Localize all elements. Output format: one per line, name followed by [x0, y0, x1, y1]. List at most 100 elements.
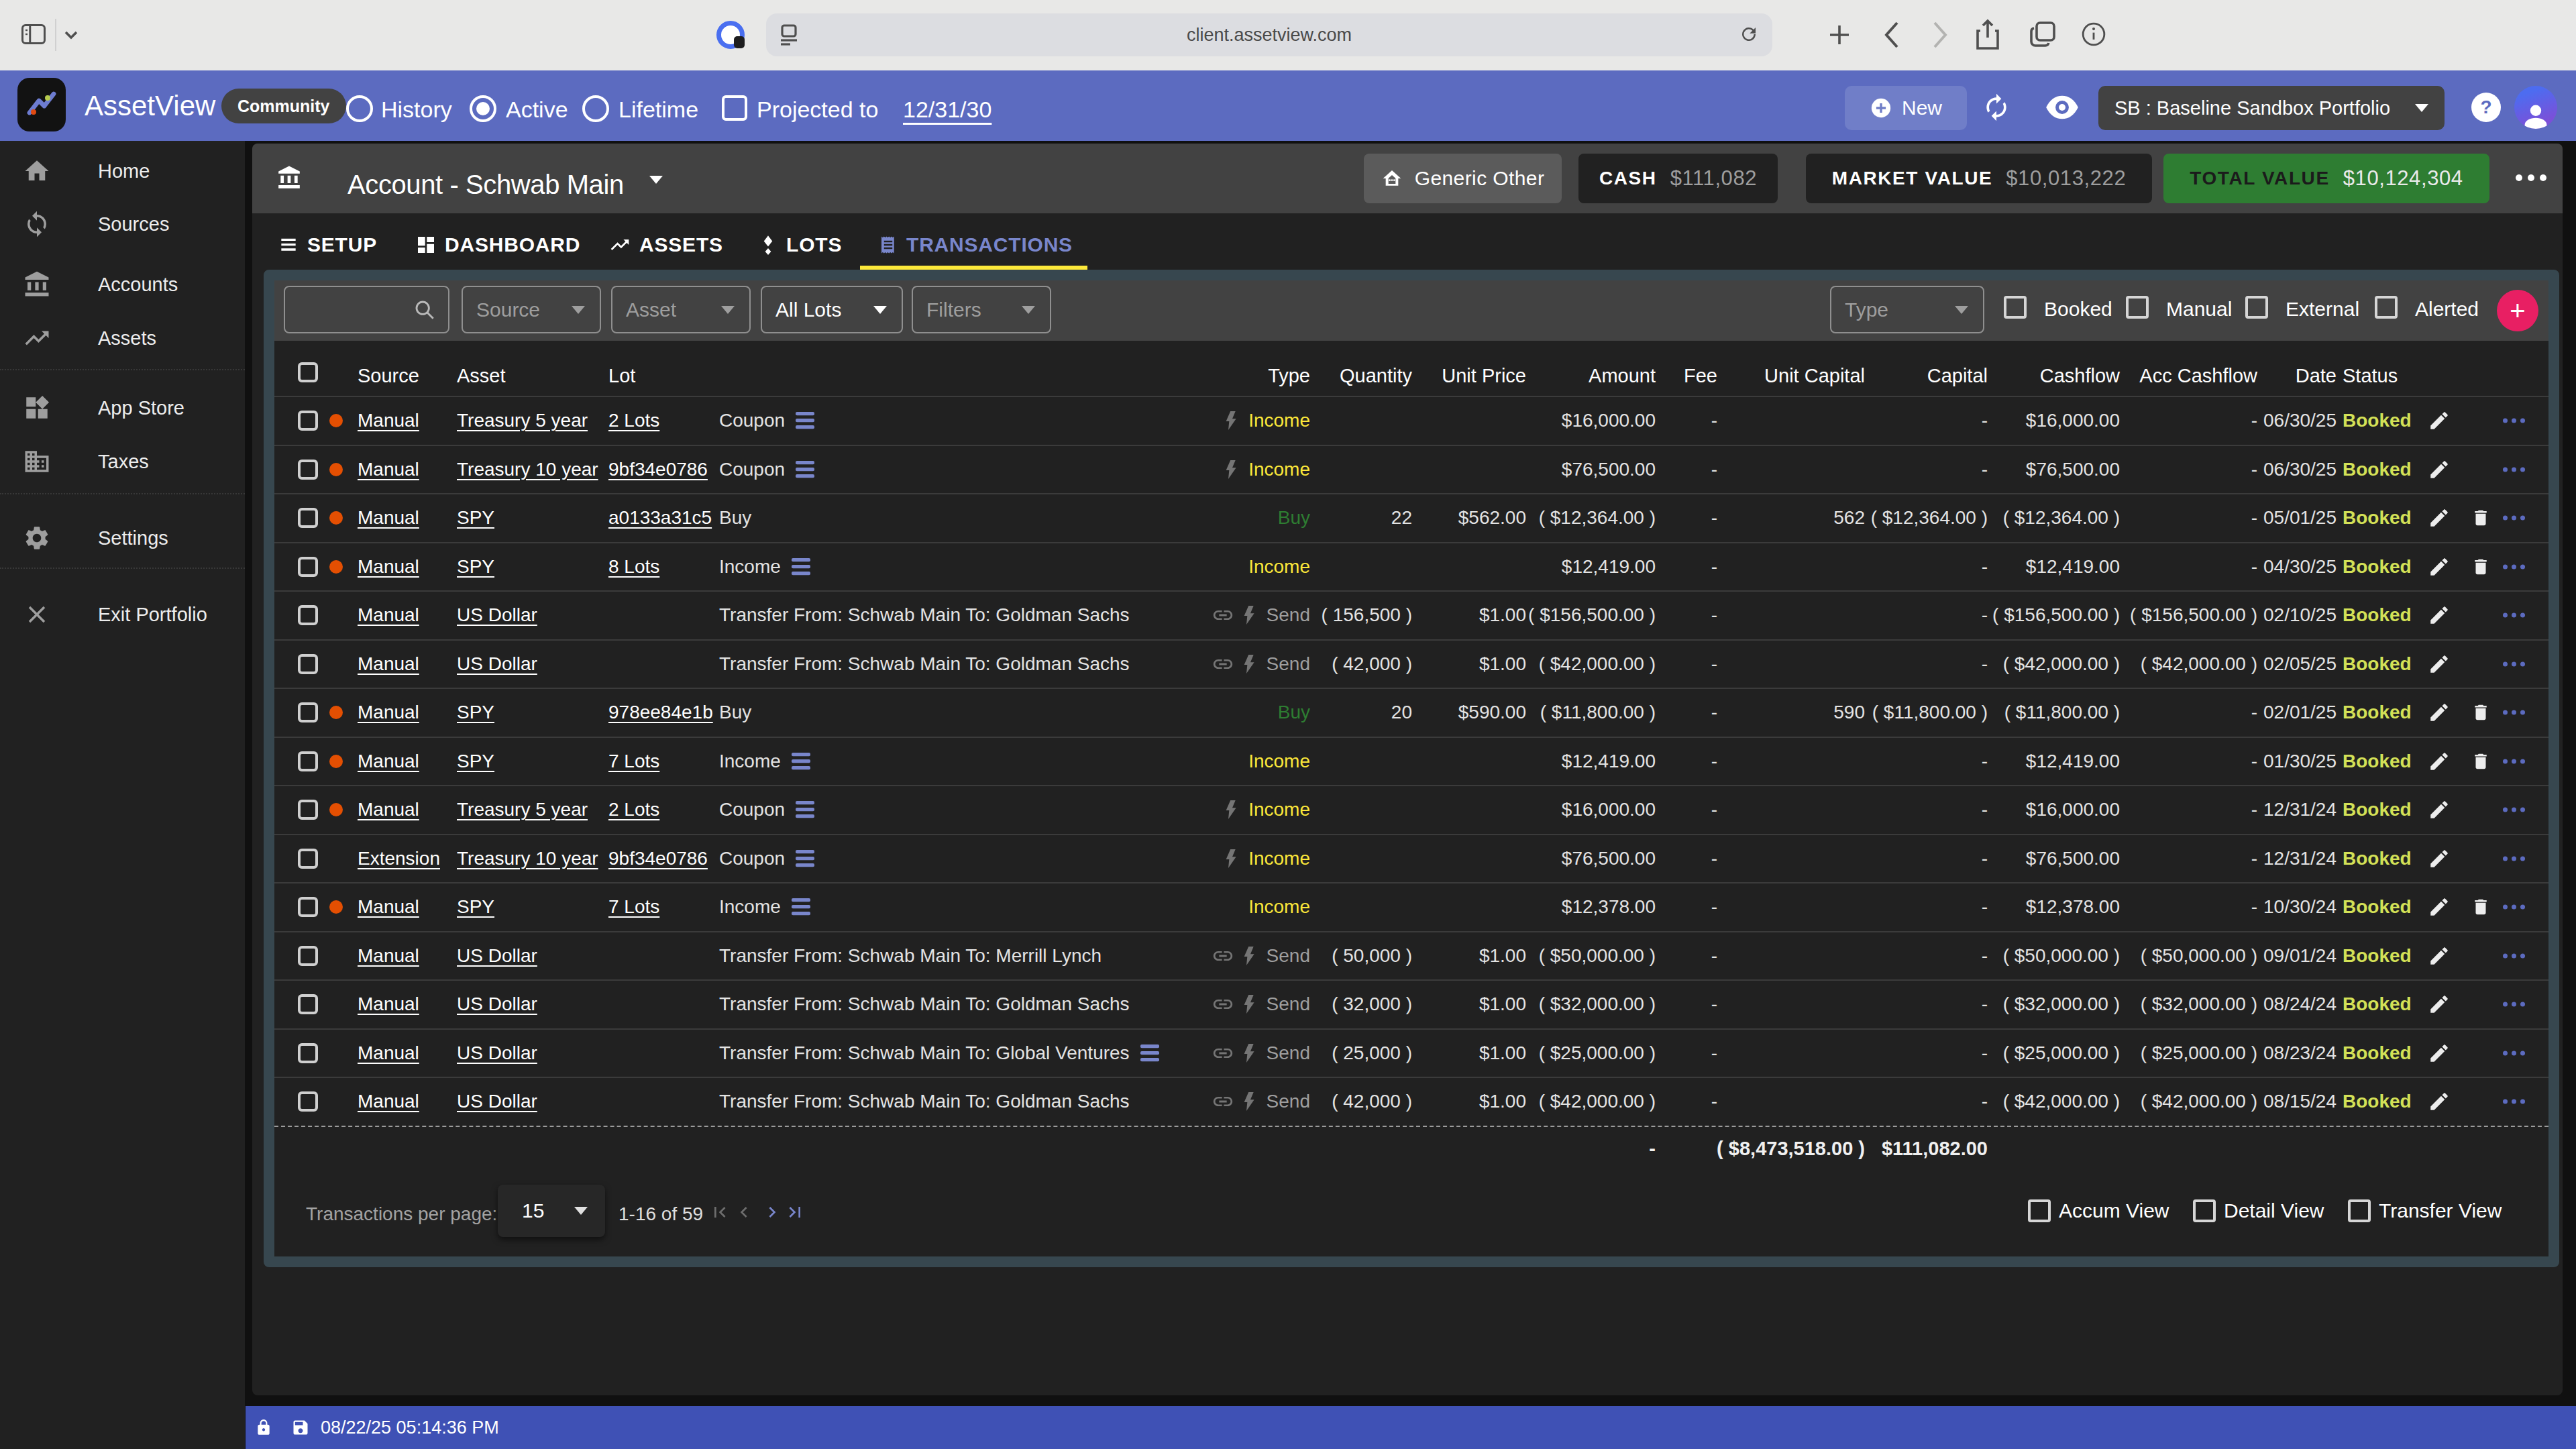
- row-checkbox[interactable]: [298, 702, 318, 722]
- row-lot-link[interactable]: 9bf34e0786: [608, 848, 708, 869]
- row-checkbox[interactable]: [298, 800, 318, 820]
- account-title[interactable]: Account - Schwab Main: [347, 170, 624, 200]
- row-checkbox[interactable]: [298, 751, 318, 771]
- row-source-link[interactable]: Manual: [358, 994, 419, 1015]
- sidebar-item-accounts[interactable]: Accounts: [0, 258, 245, 311]
- help-button[interactable]: ?: [2471, 93, 2501, 122]
- sidebar-item-settings[interactable]: Settings: [0, 511, 245, 565]
- row-source-link[interactable]: Manual: [358, 799, 419, 820]
- add-transaction-button[interactable]: +: [2497, 290, 2538, 331]
- row-more-button[interactable]: [2503, 1099, 2525, 1104]
- row-source-link[interactable]: Manual: [358, 459, 419, 480]
- row-more-button[interactable]: [2503, 564, 2525, 569]
- edit-icon[interactable]: [2428, 555, 2451, 578]
- edit-icon[interactable]: [2428, 458, 2451, 481]
- row-source-link[interactable]: Manual: [358, 604, 419, 626]
- row-asset-link[interactable]: US Dollar: [457, 653, 537, 675]
- new-tab-icon[interactable]: [1829, 24, 1850, 46]
- tab-overview-icon[interactable]: [2030, 21, 2055, 47]
- account-type-button[interactable]: Generic Other: [1364, 154, 1562, 203]
- row-source-link[interactable]: Manual: [358, 1042, 419, 1064]
- row-asset-link[interactable]: US Dollar: [457, 1042, 537, 1064]
- forward-icon[interactable]: [1932, 21, 1948, 48]
- next-page-button[interactable]: [761, 1201, 783, 1223]
- row-more-button[interactable]: [2503, 953, 2525, 958]
- row-source-link[interactable]: Manual: [358, 1091, 419, 1112]
- edit-icon[interactable]: [2428, 847, 2451, 870]
- edit-icon[interactable]: [2428, 653, 2451, 676]
- row-asset-link[interactable]: Treasury 5 year: [457, 410, 588, 431]
- sidebar-toggle-icon[interactable]: [21, 24, 46, 44]
- row-checkbox[interactable]: [298, 508, 318, 528]
- row-more-button[interactable]: [2503, 1051, 2525, 1055]
- row-source-link[interactable]: Extension: [358, 848, 440, 869]
- sidebar-item-exit-portfolio[interactable]: Exit Portfolio: [0, 588, 245, 641]
- row-lot-link[interactable]: 978ee84e1b: [608, 702, 713, 723]
- row-lot-link[interactable]: 8 Lots: [608, 556, 659, 578]
- note-icon[interactable]: [792, 753, 810, 770]
- edit-icon[interactable]: [2428, 1042, 2451, 1065]
- back-icon[interactable]: [1884, 21, 1900, 48]
- row-asset-link[interactable]: SPY: [457, 556, 494, 578]
- row-checkbox[interactable]: [298, 460, 318, 480]
- info-icon[interactable]: [2081, 21, 2106, 47]
- row-checkbox[interactable]: [298, 849, 318, 869]
- delete-icon[interactable]: [2471, 896, 2491, 918]
- row-source-link[interactable]: Manual: [358, 410, 419, 431]
- row-more-button[interactable]: [2503, 905, 2525, 910]
- row-asset-link[interactable]: Treasury 10 year: [457, 848, 598, 869]
- row-source-link[interactable]: Manual: [358, 751, 419, 772]
- radio-active-label[interactable]: Active: [506, 97, 568, 123]
- row-checkbox[interactable]: [298, 1091, 318, 1112]
- filters-dropdown[interactable]: Filters: [912, 286, 1051, 333]
- note-icon[interactable]: [796, 850, 814, 867]
- row-more-button[interactable]: [2503, 808, 2525, 812]
- external-checkbox[interactable]: [2245, 296, 2268, 319]
- edit-icon[interactable]: [2428, 993, 2451, 1016]
- eye-icon[interactable]: [2045, 95, 2080, 119]
- search-input[interactable]: [284, 286, 449, 333]
- reader-icon[interactable]: [778, 24, 800, 46]
- row-checkbox[interactable]: [298, 946, 318, 966]
- row-source-link[interactable]: Manual: [358, 653, 419, 675]
- tab-transactions[interactable]: TRANSACTIONS: [878, 225, 1073, 265]
- edit-icon[interactable]: [2428, 750, 2451, 773]
- url-bar[interactable]: client.assetview.com: [766, 13, 1772, 56]
- row-asset-link[interactable]: US Dollar: [457, 945, 537, 967]
- row-asset-link[interactable]: US Dollar: [457, 604, 537, 626]
- row-source-link[interactable]: Manual: [358, 945, 419, 967]
- row-asset-link[interactable]: SPY: [457, 896, 494, 918]
- tab-lots[interactable]: LOTS: [758, 225, 842, 265]
- row-source-link[interactable]: Manual: [358, 507, 419, 529]
- row-asset-link[interactable]: Treasury 5 year: [457, 799, 588, 820]
- note-icon[interactable]: [792, 558, 810, 576]
- last-page-button[interactable]: [784, 1201, 806, 1223]
- delete-icon[interactable]: [2471, 507, 2491, 529]
- note-icon[interactable]: [796, 801, 814, 818]
- row-asset-link[interactable]: Treasury 10 year: [457, 459, 598, 480]
- row-checkbox[interactable]: [298, 557, 318, 577]
- per-page-select[interactable]: 15: [498, 1185, 605, 1237]
- note-icon[interactable]: [796, 412, 814, 429]
- note-icon[interactable]: [792, 898, 810, 916]
- projected-checkbox[interactable]: [722, 95, 747, 121]
- row-asset-link[interactable]: US Dollar: [457, 994, 537, 1015]
- toolbar-chevron-down-icon[interactable]: [64, 31, 78, 40]
- edit-icon[interactable]: [2428, 604, 2451, 627]
- delete-icon[interactable]: [2471, 751, 2491, 772]
- edit-icon[interactable]: [2428, 701, 2451, 724]
- row-more-button[interactable]: [2503, 710, 2525, 715]
- row-more-button[interactable]: [2503, 661, 2525, 666]
- avatar[interactable]: [2514, 86, 2557, 129]
- sidebar-item-home[interactable]: Home: [0, 144, 245, 198]
- edit-icon[interactable]: [2428, 798, 2451, 821]
- row-more-button[interactable]: [2503, 759, 2525, 763]
- type-filter[interactable]: Type: [1830, 286, 1984, 333]
- row-source-link[interactable]: Manual: [358, 556, 419, 578]
- note-icon[interactable]: [1140, 1044, 1159, 1062]
- manual-checkbox[interactable]: [2126, 296, 2149, 319]
- account-more-button[interactable]: [2516, 174, 2546, 181]
- row-checkbox[interactable]: [298, 1043, 318, 1063]
- row-checkbox[interactable]: [298, 411, 318, 431]
- sidebar-item-app-store[interactable]: App Store: [0, 381, 245, 435]
